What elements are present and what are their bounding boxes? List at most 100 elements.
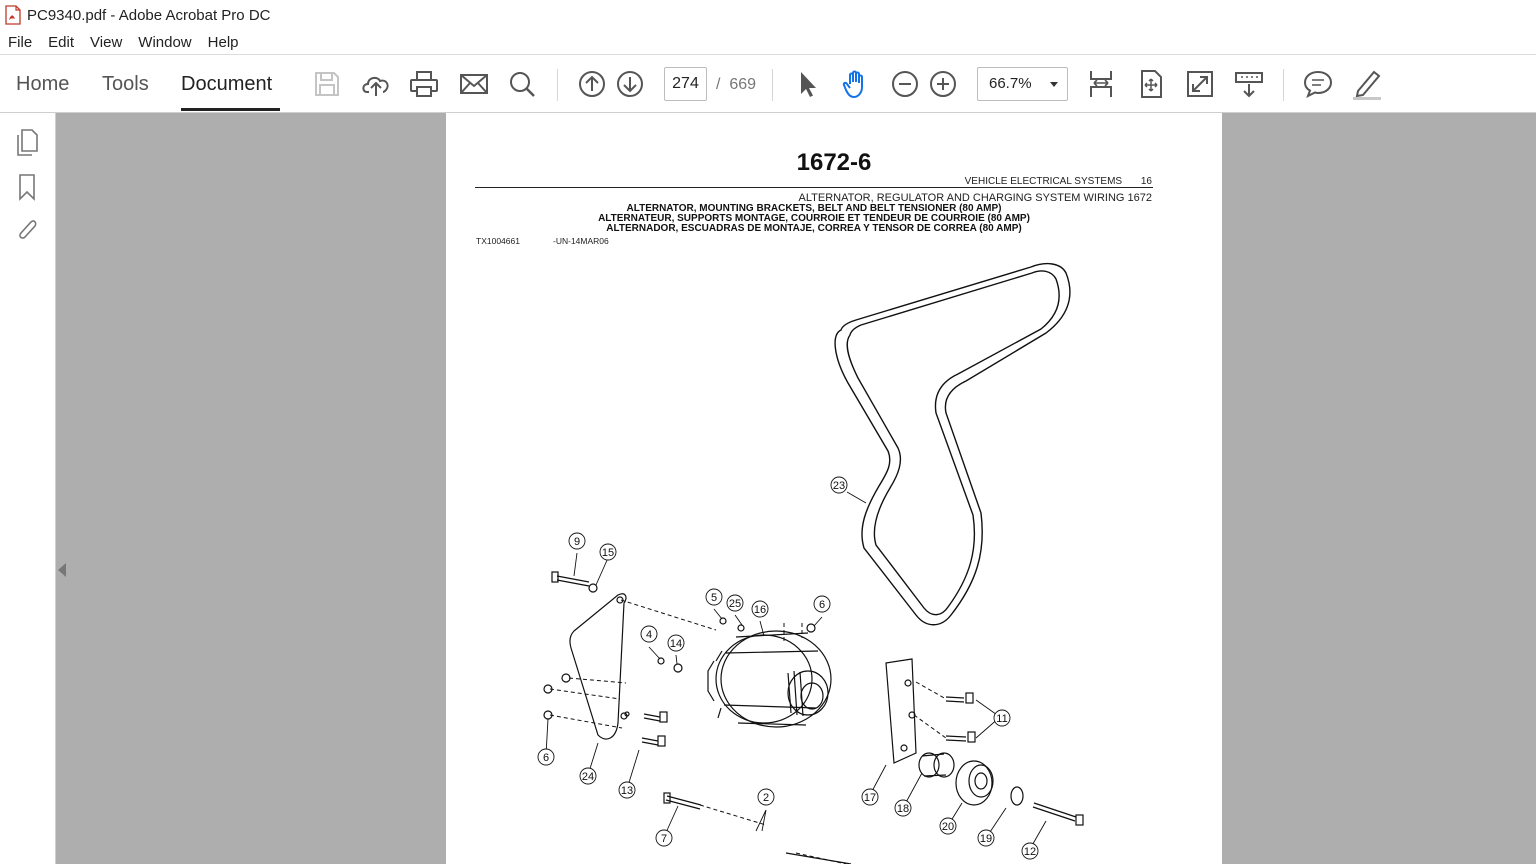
chevron-down-icon[interactable] <box>1050 82 1058 87</box>
full-screen-icon[interactable] <box>1183 67 1217 101</box>
svg-text:9: 9 <box>574 536 580 548</box>
callout-7: 7 <box>655 829 673 847</box>
comment-icon[interactable] <box>1301 67 1335 101</box>
menu-bar: File Edit View Window Help <box>0 30 1536 54</box>
search-icon[interactable] <box>505 67 539 101</box>
main-toolbar: Home Tools Document 274 / 669 66.7% <box>0 54 1536 113</box>
svg-text:13: 13 <box>621 785 633 797</box>
zoom-out-icon[interactable] <box>888 67 922 101</box>
toolbar-separator <box>557 69 558 101</box>
menu-window[interactable]: Window <box>130 34 199 51</box>
zoom-select[interactable]: 66.7% <box>977 67 1068 101</box>
next-page-icon[interactable] <box>613 67 647 101</box>
select-cursor-icon[interactable] <box>790 67 824 101</box>
figure-date: -UN-14MAR06 <box>553 236 609 246</box>
svg-text:19: 19 <box>980 833 992 845</box>
menu-view[interactable]: View <box>82 34 130 51</box>
pdf-page: 1672-6 VEHICLE ELECTRICAL SYSTEMS 16 ALT… <box>446 113 1222 864</box>
callout-6: 6 <box>537 748 555 766</box>
collapse-panel-arrow-icon[interactable] <box>58 563 66 577</box>
caption-spanish: ALTERNADOR, ESCUADRAS DE MONTAJE, CORREA… <box>606 223 1022 234</box>
serpentine-belt <box>834 262 1071 626</box>
menu-edit[interactable]: Edit <box>40 34 82 51</box>
svg-text:20: 20 <box>942 821 954 833</box>
svg-text:6: 6 <box>543 752 549 764</box>
callout-13: 13 <box>618 781 636 799</box>
title-bar: PC9340.pdf - Adobe Acrobat Pro DC <box>0 0 1536 30</box>
parts-diagram: 23 9 15 5 25 16 6 4 14 6 24 13 11 17 18 … <box>537 262 1084 864</box>
print-icon[interactable] <box>407 67 441 101</box>
callout-2: 2 <box>757 788 775 806</box>
tensioner-bracket <box>885 658 917 764</box>
tensioner-pulleys <box>918 752 1024 806</box>
callout-20: 20 <box>939 817 957 835</box>
callout-14: 14 <box>667 634 685 652</box>
section-header: VEHICLE ELECTRICAL SYSTEMS 16 <box>965 176 1152 187</box>
zoom-in-icon[interactable] <box>926 67 960 101</box>
svg-text:5: 5 <box>711 592 717 604</box>
callout-5: 5 <box>705 588 723 606</box>
svg-text:24: 24 <box>582 771 594 783</box>
page-total: / 669 <box>716 76 756 94</box>
page-number-input[interactable]: 274 <box>664 67 707 101</box>
callout-16: 16 <box>751 600 769 618</box>
read-mode-icon[interactable] <box>1232 67 1266 101</box>
callout-12: 12 <box>1021 842 1039 860</box>
page-title: 1672-6 <box>796 149 872 176</box>
zoom-value: 66.7% <box>989 75 1032 92</box>
menu-help[interactable]: Help <box>200 34 247 51</box>
svg-text:4: 4 <box>646 629 652 641</box>
toolbar-separator <box>1283 69 1284 101</box>
assembly-lines <box>549 599 947 864</box>
svg-text:18: 18 <box>897 803 909 815</box>
header-rule <box>475 187 1153 188</box>
svg-text:17: 17 <box>864 792 876 804</box>
tab-home[interactable]: Home <box>16 73 69 96</box>
page-thumbnails-icon[interactable] <box>14 127 40 157</box>
highlight-pen-icon[interactable] <box>1350 67 1384 101</box>
bookmarks-icon[interactable] <box>14 172 40 202</box>
left-navigation-panel <box>0 113 56 864</box>
callout-11: 11 <box>993 709 1011 727</box>
svg-text:25: 25 <box>729 598 741 610</box>
mounting-bracket <box>569 593 630 740</box>
callout-19: 19 <box>977 829 995 847</box>
upload-cloud-icon[interactable] <box>359 67 393 101</box>
active-tab-indicator <box>181 108 280 111</box>
page-total-count: 669 <box>729 76 757 93</box>
figure-id: TX1004661 <box>476 236 520 246</box>
callout-17: 17 <box>861 788 879 806</box>
svg-text:16: 16 <box>754 604 766 616</box>
pdf-file-icon <box>5 5 21 25</box>
svg-text:6: 6 <box>819 599 825 611</box>
callout-25: 25 <box>726 594 744 612</box>
callouts: 23 9 15 5 25 16 6 4 14 6 24 13 11 17 18 … <box>537 476 1039 860</box>
hand-tool-icon[interactable] <box>839 67 873 101</box>
fit-page-icon[interactable] <box>1134 67 1168 101</box>
window-title: PC9340.pdf - Adobe Acrobat Pro DC <box>27 6 271 24</box>
callout-24: 24 <box>579 767 597 785</box>
callout-9: 9 <box>568 532 586 550</box>
email-icon[interactable] <box>457 67 491 101</box>
previous-page-icon[interactable] <box>575 67 609 101</box>
tab-tools[interactable]: Tools <box>102 73 149 96</box>
scroll-mode-icon[interactable] <box>1084 67 1118 101</box>
alternator <box>707 630 832 728</box>
attachments-icon[interactable] <box>14 215 40 245</box>
svg-text:23: 23 <box>833 480 845 492</box>
svg-text:15: 15 <box>602 547 614 559</box>
svg-text:12: 12 <box>1024 846 1036 858</box>
callout-15: 15 <box>599 543 617 561</box>
save-icon[interactable] <box>310 67 344 101</box>
section-number: 16 <box>1140 176 1152 187</box>
svg-text:7: 7 <box>661 833 667 845</box>
section-name: VEHICLE ELECTRICAL SYSTEMS <box>964 176 1123 187</box>
svg-text:11: 11 <box>996 713 1007 725</box>
svg-text:2: 2 <box>763 792 769 804</box>
menu-file[interactable]: File <box>0 34 40 51</box>
callout-4: 4 <box>640 625 658 643</box>
tab-document[interactable]: Document <box>181 73 272 96</box>
callout-18: 18 <box>894 799 912 817</box>
callout-23: 23 <box>830 476 848 494</box>
toolbar-separator <box>772 69 773 101</box>
